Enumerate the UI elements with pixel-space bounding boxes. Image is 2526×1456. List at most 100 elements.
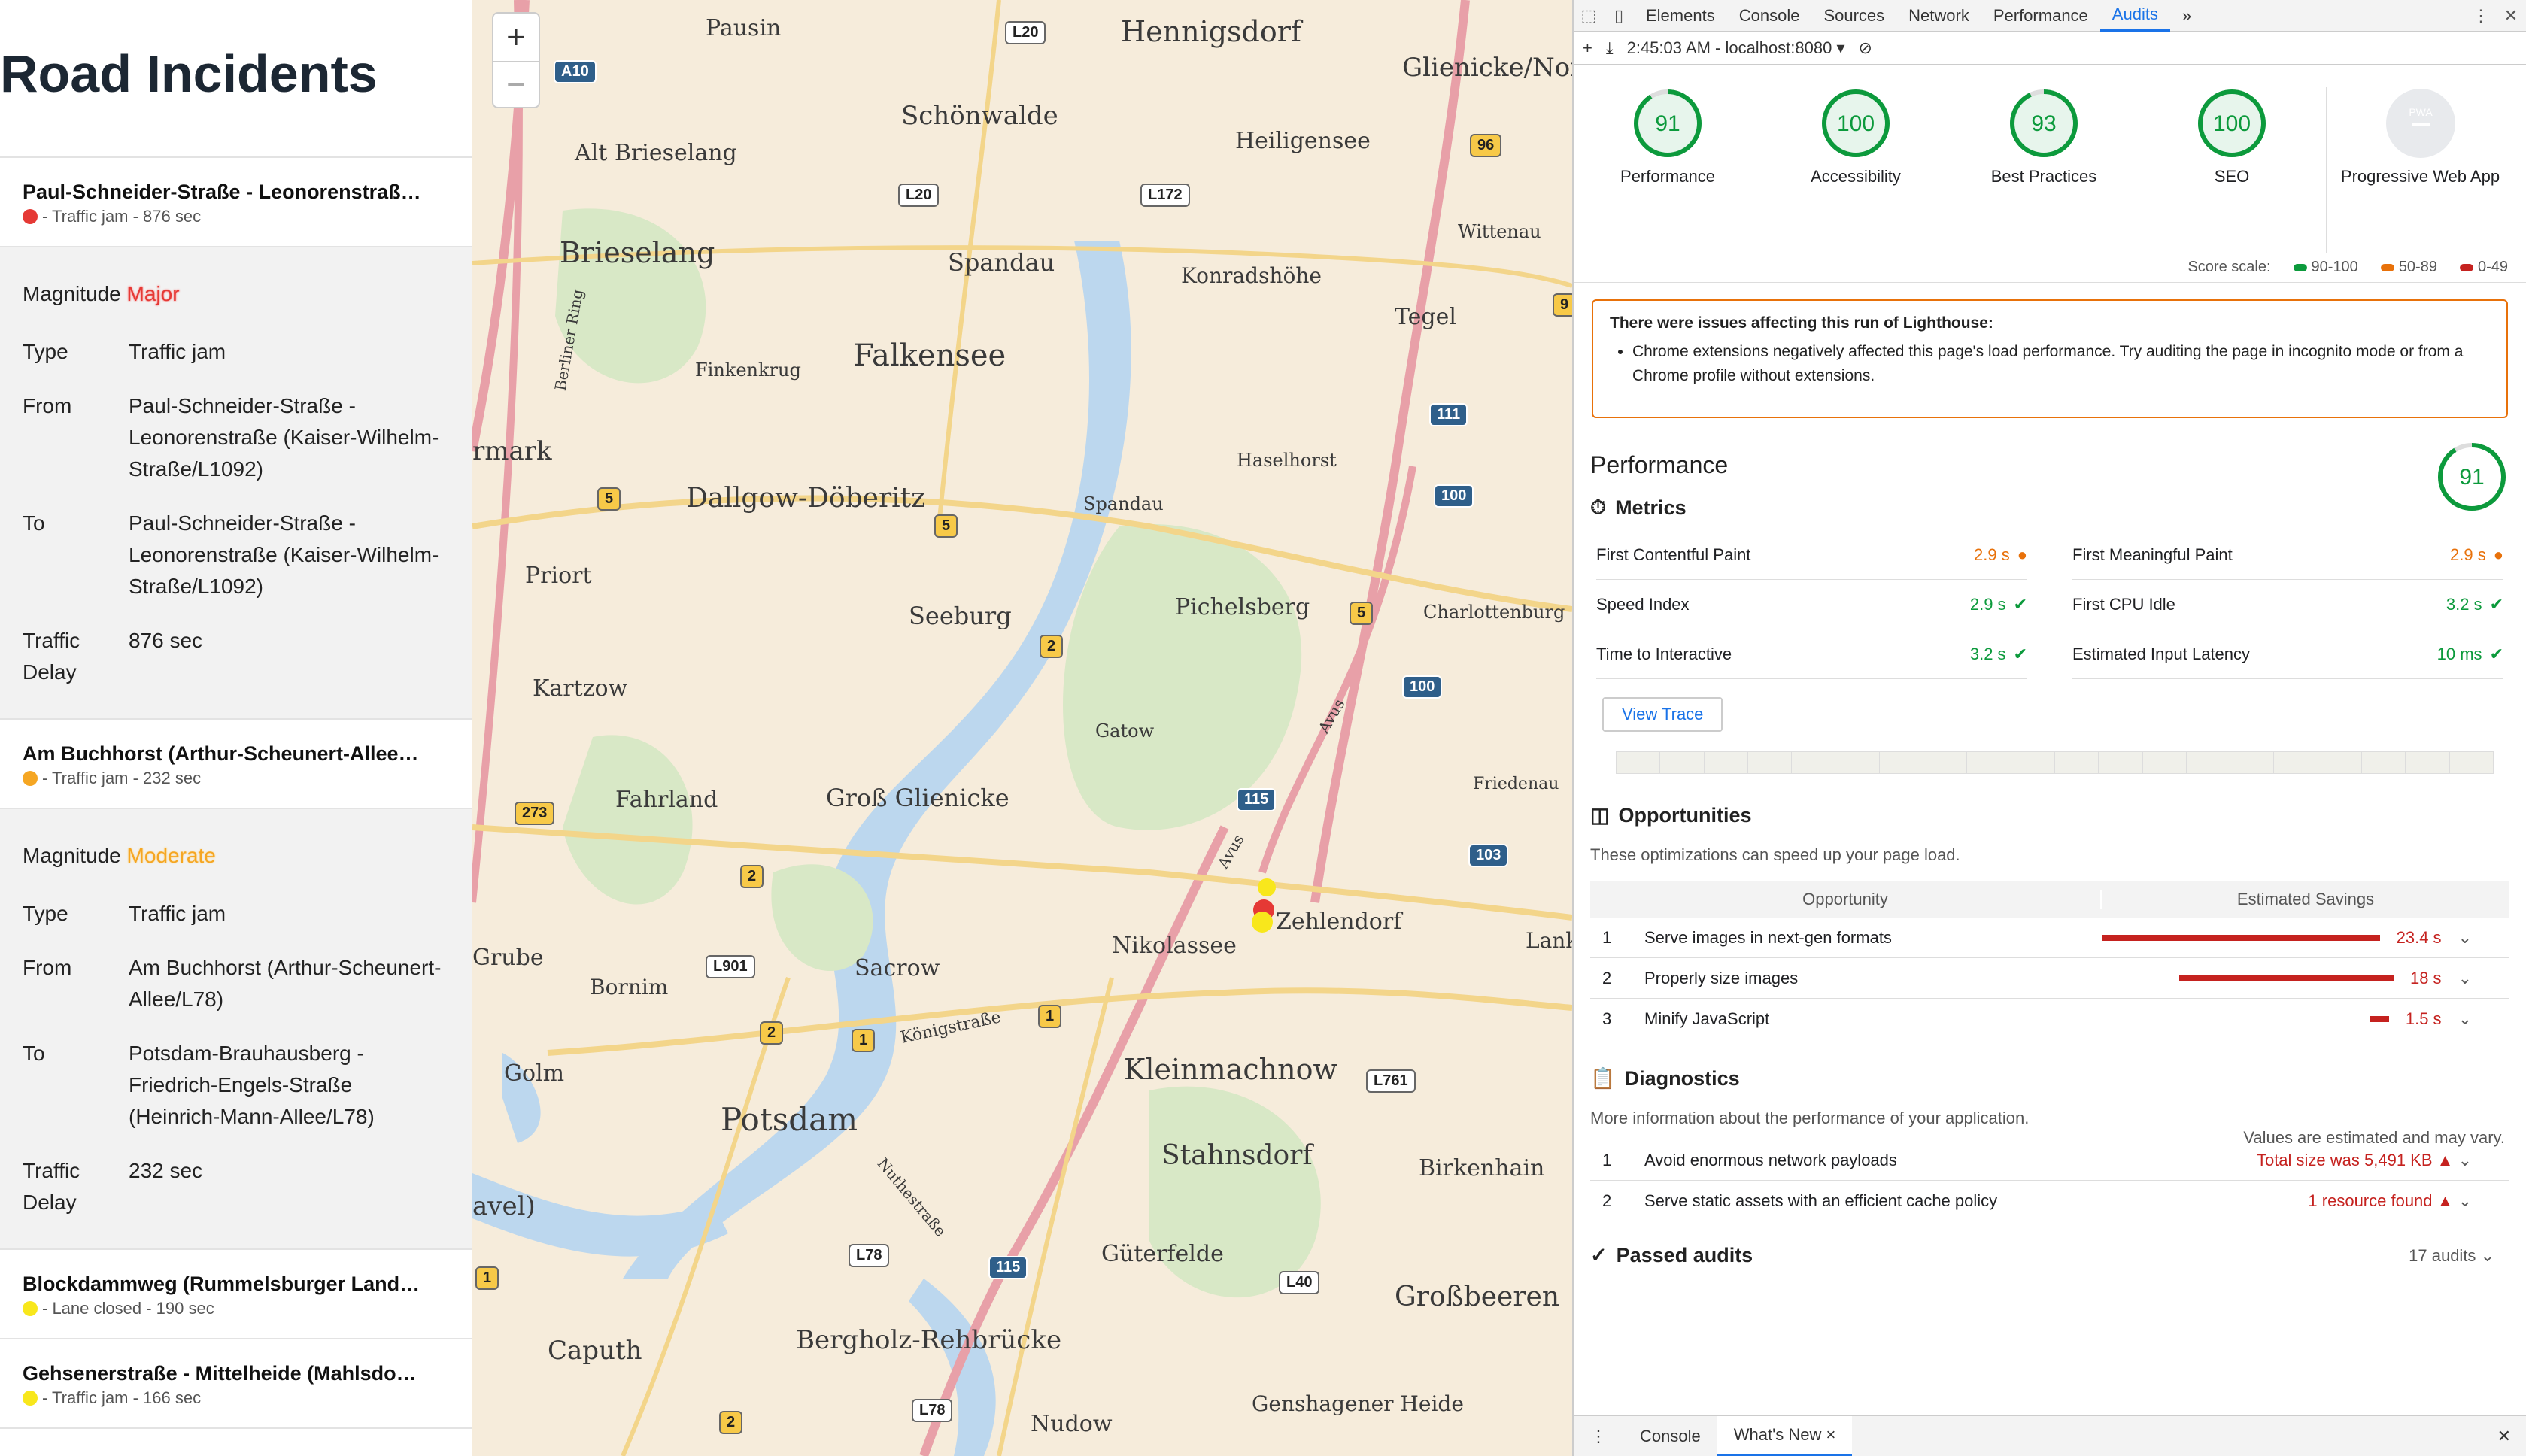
incident-subtitle: - Traffic jam - 876 sec (42, 207, 202, 226)
metric-label: First CPU Idle (2072, 594, 2175, 614)
incident-marker[interactable] (1252, 912, 1273, 933)
drawer-tab-whats-new[interactable]: What's New × (1717, 1415, 1853, 1456)
page-title: Road Incidents (0, 0, 472, 158)
gauge-accessibility[interactable]: 100 Accessibility (1762, 87, 1950, 253)
gauge-pwa[interactable]: PWA Progressive Web App (2326, 87, 2514, 253)
incident-marker[interactable] (1258, 878, 1276, 896)
metric-row: First Contentful Paint 2.9 s ● (1596, 530, 2027, 580)
tab-performance[interactable]: Performance (1981, 0, 2100, 32)
close-tab-icon[interactable]: × (1826, 1425, 1836, 1445)
gauge-label: Accessibility (1811, 167, 1901, 186)
chevron-down-icon[interactable]: ⌄ (2458, 928, 2472, 948)
gauge-best-practices[interactable]: 93 Best Practices (1950, 87, 2138, 253)
check-icon: ✓ (1590, 1244, 1608, 1266)
chevron-down-icon[interactable]: ⌄ (2458, 1151, 2472, 1169)
gauge-ring: 93 (2010, 89, 2078, 157)
incident-title: Blockdammweg (Rummelsburger Land… (23, 1272, 420, 1295)
fail-swatch (2459, 263, 2473, 271)
road-shield: 9 (1553, 293, 1572, 317)
tab-label: What's New (1733, 1424, 1822, 1444)
timer-icon: ⏱ (1590, 496, 1607, 518)
chevron-down-icon[interactable]: ⌄ (2458, 1191, 2472, 1210)
road-shield: A10 (554, 60, 597, 83)
new-audit-icon[interactable]: + (1583, 38, 1592, 58)
savings-bar (2178, 975, 2394, 981)
road-shield: 2 (719, 1411, 743, 1434)
map-label: Priort (525, 563, 592, 589)
road-shield: 1 (852, 1029, 876, 1052)
score-gauges: 91 Performance 100 Accessibility 93 Best… (1574, 65, 2526, 253)
map-label: Kartzow (533, 675, 628, 702)
road-shield: 2 (760, 1021, 784, 1045)
road-shield: 111 (1429, 403, 1468, 426)
clear-icon[interactable]: ⊘ (1858, 38, 1872, 58)
to-value: Potsdam-Brauhausberg - Friedrich-Engels-… (129, 1042, 375, 1128)
view-trace-button[interactable]: View Trace (1602, 697, 1723, 732)
zoom-control[interactable]: + − (492, 12, 540, 108)
more-tabs-icon[interactable]: » (2170, 0, 2203, 32)
gauge-score: 91 (1655, 111, 1680, 136)
magnitude-label: Magnitude (23, 282, 121, 305)
clipboard-icon: 📋 (1590, 1067, 1616, 1090)
chevron-down-icon[interactable]: ⌄ (2458, 969, 2472, 988)
incident-header-4[interactable]: Gehsenerstraße - Mittelheide (Mahlsdo… -… (0, 1339, 472, 1429)
drawer-menu-icon[interactable]: ⋮ (1574, 1416, 1623, 1456)
to-label: To (23, 511, 45, 535)
map-label: Bornim (590, 975, 669, 999)
filmstrip (1616, 751, 2494, 774)
metric-label: Time to Interactive (1596, 644, 1732, 663)
incident-subtitle: - Lane closed - 190 sec (42, 1299, 214, 1318)
tab-console[interactable]: Console (1727, 0, 1812, 32)
tab-audits[interactable]: Audits (2099, 0, 2170, 32)
opportunity-title: Serve images in next-gen formats (1644, 927, 1892, 947)
gauge-performance[interactable]: 91 Performance (1574, 87, 1762, 253)
incident-header-2[interactable]: Am Buchhorst (Arthur-Scheunert-Allee… - … (0, 720, 472, 809)
road-shield: 5 (597, 487, 621, 511)
inspect-icon[interactable]: ⬚ (1574, 6, 1604, 26)
metric-label: Speed Index (1596, 594, 1690, 614)
metric-value: 3.2 s (2446, 594, 2482, 614)
tab-network[interactable]: Network (1896, 0, 1981, 32)
passed-audits-row[interactable]: ✓ Passed audits 17 audits ⌄ (1590, 1244, 2509, 1267)
incident-header-1[interactable]: Paul-Schneider-Straße - Leonorenstraß… -… (0, 158, 472, 247)
map-label: rmark (472, 436, 552, 466)
map-view[interactable]: + − Pausin Hennigsdorf Glienicke/Nordb S… (472, 0, 1572, 1456)
road-shield: L761 (1366, 1069, 1416, 1093)
severity-dot (23, 1301, 38, 1316)
tab-elements[interactable]: Elements (1634, 0, 1727, 32)
map-label: Fahrland (615, 787, 718, 813)
download-icon[interactable]: ⤓ (1606, 38, 1614, 58)
map-label: Nudow (1031, 1411, 1113, 1437)
kebab-menu-icon[interactable]: ⋮ (2466, 6, 2496, 26)
diagnostics-title: Diagnostics (1624, 1066, 1740, 1090)
map-label: Zehlendorf (1276, 908, 1402, 935)
info-icon: ● (2017, 544, 2027, 564)
map-label: Schönwalde (901, 101, 1058, 131)
opportunity-row[interactable]: 3 Minify JavaScript 1.5 s ⌄ (1590, 999, 2509, 1039)
gauge-seo[interactable]: 100 SEO (2138, 87, 2326, 253)
close-drawer-icon[interactable]: ✕ (2481, 1416, 2526, 1456)
warning-title: There were issues affecting this run of … (1610, 314, 1993, 332)
map-label: Dallgow-Döberitz (686, 483, 926, 514)
savings-bar (2369, 1015, 2389, 1022)
gauge-score: 100 (2213, 111, 2251, 136)
device-toolbar-icon[interactable]: ▯ (1604, 6, 1634, 26)
opportunity-row[interactable]: 1 Serve images in next-gen formats 23.4 s ⌄ (1590, 918, 2509, 958)
road-shield: 96 (1470, 134, 1502, 157)
incident-title: Am Buchhorst (Arthur-Scheunert-Allee… (23, 742, 419, 765)
incident-header-3[interactable]: Blockdammweg (Rummelsburger Land… - Lane… (0, 1250, 472, 1339)
chevron-down-icon[interactable]: ⌄ (2481, 1246, 2494, 1265)
close-icon[interactable]: ✕ (2496, 6, 2526, 26)
magnitude-value: Moderate (126, 844, 216, 867)
tab-sources[interactable]: Sources (1811, 0, 1896, 32)
savings-value: 23.4 s (2396, 927, 2442, 947)
metric-value: 2.9 s (2450, 544, 2486, 564)
diagnostic-row[interactable]: 2 Serve static assets with an efficient c… (1590, 1181, 2509, 1221)
zoom-out-button[interactable]: − (493, 61, 539, 108)
opportunity-row[interactable]: 2 Properly size images 18 s ⌄ (1590, 958, 2509, 999)
run-selector[interactable]: 2:45:03 AM - localhost:8080 ▾ (1627, 38, 1845, 58)
chevron-down-icon[interactable]: ⌄ (2458, 1009, 2472, 1029)
zoom-in-button[interactable]: + (493, 14, 539, 61)
drawer-tab-console[interactable]: Console (1623, 1416, 1717, 1456)
gauge-label: SEO (2214, 167, 2250, 186)
